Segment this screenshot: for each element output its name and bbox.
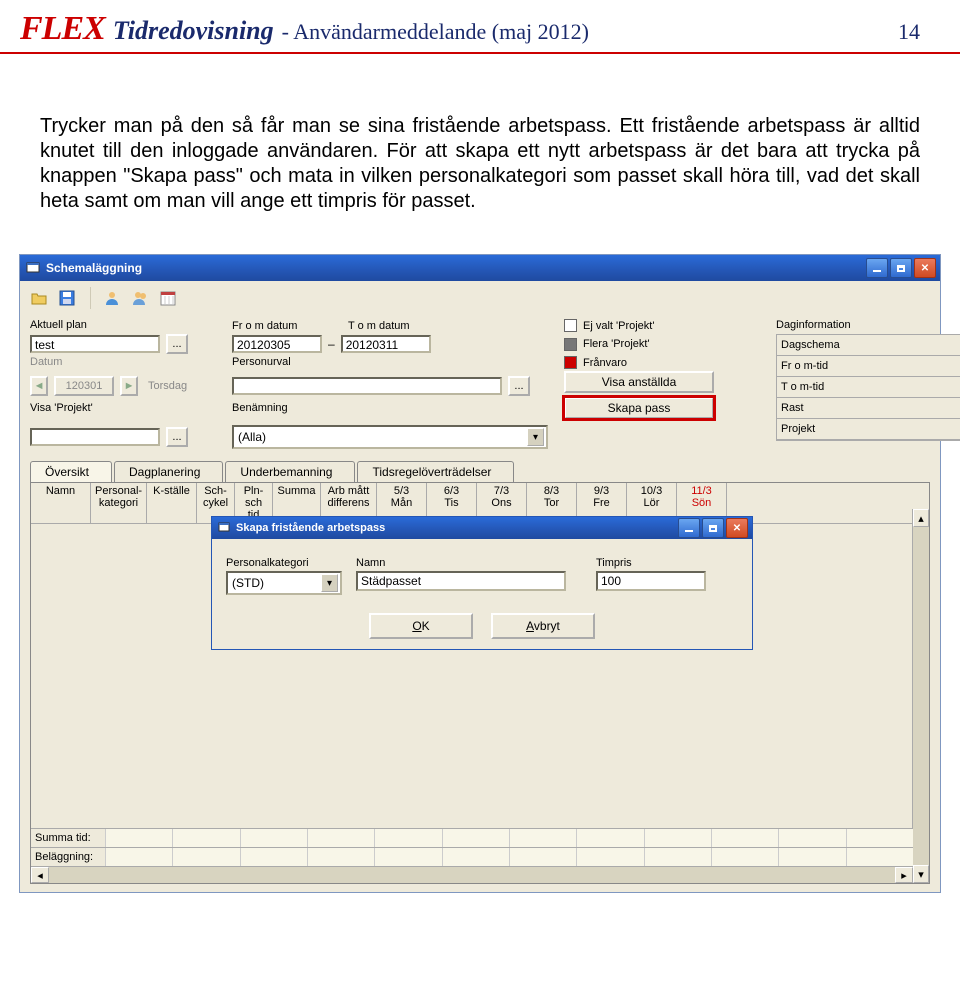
document-header: FLEX Tidredovisning - Användarmeddelande… [0,0,960,54]
scroll-left-button[interactable]: ◂ [31,867,49,883]
dlg-personalkategori-select[interactable]: (STD) [226,571,342,595]
window-title: Schemaläggning [46,261,142,275]
tab-underbemanning[interactable]: Underbemanning [225,461,355,482]
plan-input[interactable]: test [30,335,160,353]
benamning-label: Benämning [232,402,552,423]
dialog-ok-button[interactable]: OK [369,613,473,639]
grid-col-header: Namn [31,483,91,523]
tab-dagplanering[interactable]: Dagplanering [114,461,223,482]
daginfo-box: Dagschema Fr o m-tid T o m-tid Rast Proj… [776,334,960,441]
personurval-input[interactable] [232,377,502,395]
visa-anstallda-button[interactable]: Visa anställda [564,371,714,393]
visa-projekt-input[interactable] [30,428,160,446]
daginfo-rast: Rast [777,398,960,419]
dialog-maximize-button[interactable] [702,518,724,538]
dialog-close-button[interactable] [726,518,748,538]
tab-oversikt[interactable]: Översikt [30,461,112,482]
tom-datum-label: T o m datum [348,320,410,332]
skapa-pass-button[interactable]: Skapa pass [564,397,714,419]
horizontal-scrollbar[interactable]: ◂ ▸ [31,866,913,883]
summa-tid-label: Summa tid: [31,832,105,844]
scroll-down-button[interactable]: ▾ [913,865,929,883]
dlg-timpris-input[interactable]: 100 [596,571,706,591]
dialog-title: Skapa fristående arbetspass [236,522,385,534]
vertical-scrollbar[interactable]: ▴ ▾ [912,509,929,883]
tab-tidsregeloevertr[interactable]: Tidsregelöverträdelser [357,461,514,482]
tabs: Översikt Dagplanering Underbemanning Tid… [30,461,930,482]
dialog-avbryt-button[interactable]: Avbryt [491,613,595,639]
daginfo-projekt: Projekt [777,419,960,440]
dialog-icon [218,521,230,536]
personurval-label: Personurval [232,356,552,369]
datum-label: Datum [30,356,220,369]
weekday-label: Torsdag [148,380,187,392]
personurval-browse-button[interactable]: ... [508,376,530,396]
scroll-right-button[interactable]: ▸ [895,867,913,883]
from-datum-input[interactable]: 20120305 [232,335,322,353]
date-next-button[interactable]: ► [120,376,138,396]
legend-flera: Flera 'Projekt' [583,338,650,350]
grid-footer: Summa tid: Beläggning: ◂ ▸ [31,828,913,883]
page-number: 14 [898,19,920,45]
open-icon[interactable] [28,287,50,309]
date-dash: – [328,337,335,351]
legend-red-icon [564,356,577,369]
flex-logo: FLEX [20,10,105,48]
close-button[interactable] [914,258,936,278]
daginformation-label: Daginformation [776,319,960,332]
legend-franvaro: Frånvaro [583,357,627,369]
date-prev-button[interactable]: ◄ [30,376,48,396]
plan-browse-button[interactable]: ... [166,334,188,354]
dialog-titlebar[interactable]: Skapa fristående arbetspass [212,517,752,539]
visa-projekt-label: Visa 'Projekt' [30,402,220,423]
calendar-icon[interactable] [157,287,179,309]
window-icon [26,260,40,277]
dlg-timpris-label: Timpris [596,557,716,569]
dlg-personalkategori-label: Personalkategori [226,557,336,569]
legend-ej-valt: Ej valt 'Projekt' [583,320,654,332]
schemalaggning-window: Schemaläggning Aktuell plan Fr o m datum… [19,254,941,893]
grid-col-header: Personal-kategori [91,483,147,523]
belaggning-label: Beläggning: [31,851,105,863]
daginfo-from-tid: Fr o m-tid [777,356,960,377]
save-icon[interactable] [56,287,78,309]
minimize-button[interactable] [866,258,888,278]
from-datum-label: Fr o m datum [232,320,342,332]
datum-value: 120301 [54,376,114,396]
dialog-minimize-button[interactable] [678,518,700,538]
toolbar [20,281,940,315]
aktuell-plan-label: Aktuell plan [30,319,220,332]
maximize-button[interactable] [890,258,912,278]
window-titlebar[interactable]: Schemaläggning [20,255,940,281]
daginfo-dagschema: Dagschema [777,335,960,356]
skapa-arbetspass-dialog: Skapa fristående arbetspass Personalkate… [211,516,753,650]
scroll-up-button[interactable]: ▴ [913,509,929,527]
dlg-namn-label: Namn [356,557,576,569]
visa-projekt-browse-button[interactable]: ... [166,427,188,447]
benamning-select[interactable]: (Alla) [232,425,548,449]
daginfo-tom-tid: T o m-tid [777,377,960,398]
user-next-icon[interactable] [129,287,151,309]
legend-white-icon [564,319,577,332]
user-prev-icon[interactable] [101,287,123,309]
doc-subtitle: - Användarmeddelande (maj 2012) [282,19,589,45]
legend-grey-icon [564,338,577,351]
body-paragraph: Trycker man på den så får man se sina fr… [40,114,920,214]
brand-name: Tidredovisning [113,16,274,46]
form-area: Aktuell plan Fr o m datum T o m datum Ej… [20,315,940,455]
dlg-namn-input[interactable]: Städpasset [356,571,566,591]
grid-col-header: K-ställe [147,483,197,523]
tom-datum-input[interactable]: 20120311 [341,335,431,353]
grid-panel: NamnPersonal-kategoriK-ställeSch-cykelPl… [30,482,930,884]
